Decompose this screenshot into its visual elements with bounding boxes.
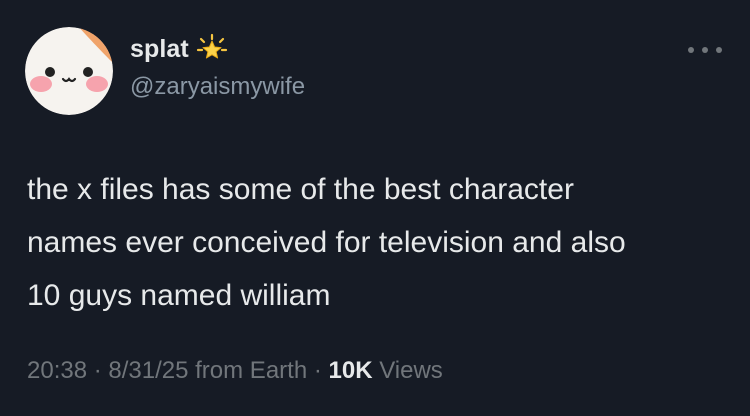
tweet-source: from Earth	[195, 357, 308, 384]
views-count: 10K	[328, 357, 373, 384]
tweet-line: names ever conceived for television and …	[27, 226, 626, 259]
tweet-date[interactable]: 8/31/25	[108, 357, 188, 384]
meta-separator: ·	[87, 357, 109, 384]
tweet-time[interactable]: 20:38	[27, 357, 87, 384]
tweet-line: the x files has some of the best charact…	[27, 173, 574, 206]
user-handle[interactable]: @zaryaismywife	[130, 73, 305, 101]
meta-separator: ·	[307, 357, 329, 384]
display-name[interactable]: splat	[130, 35, 189, 64]
avatar[interactable]	[25, 27, 113, 115]
more-dot	[702, 47, 708, 53]
tweet-meta: 20:38 · 8/31/25 from Earth · 10K Views	[27, 357, 443, 385]
sparkle-star-icon	[196, 33, 228, 65]
cute-face-avatar-icon	[25, 27, 113, 115]
tweet-line: 10 guys named william	[27, 279, 331, 312]
views-label: Views	[379, 357, 443, 384]
views-link[interactable]: 10K Views	[329, 357, 443, 384]
more-options-icon[interactable]	[688, 40, 722, 60]
more-dot	[688, 47, 694, 53]
name-row: splat	[130, 32, 228, 66]
more-dot	[716, 47, 722, 53]
tweet-card: splat @zaryaismywife the x files has som…	[0, 0, 750, 416]
tweet-text: the x files has some of the best charact…	[27, 163, 727, 322]
